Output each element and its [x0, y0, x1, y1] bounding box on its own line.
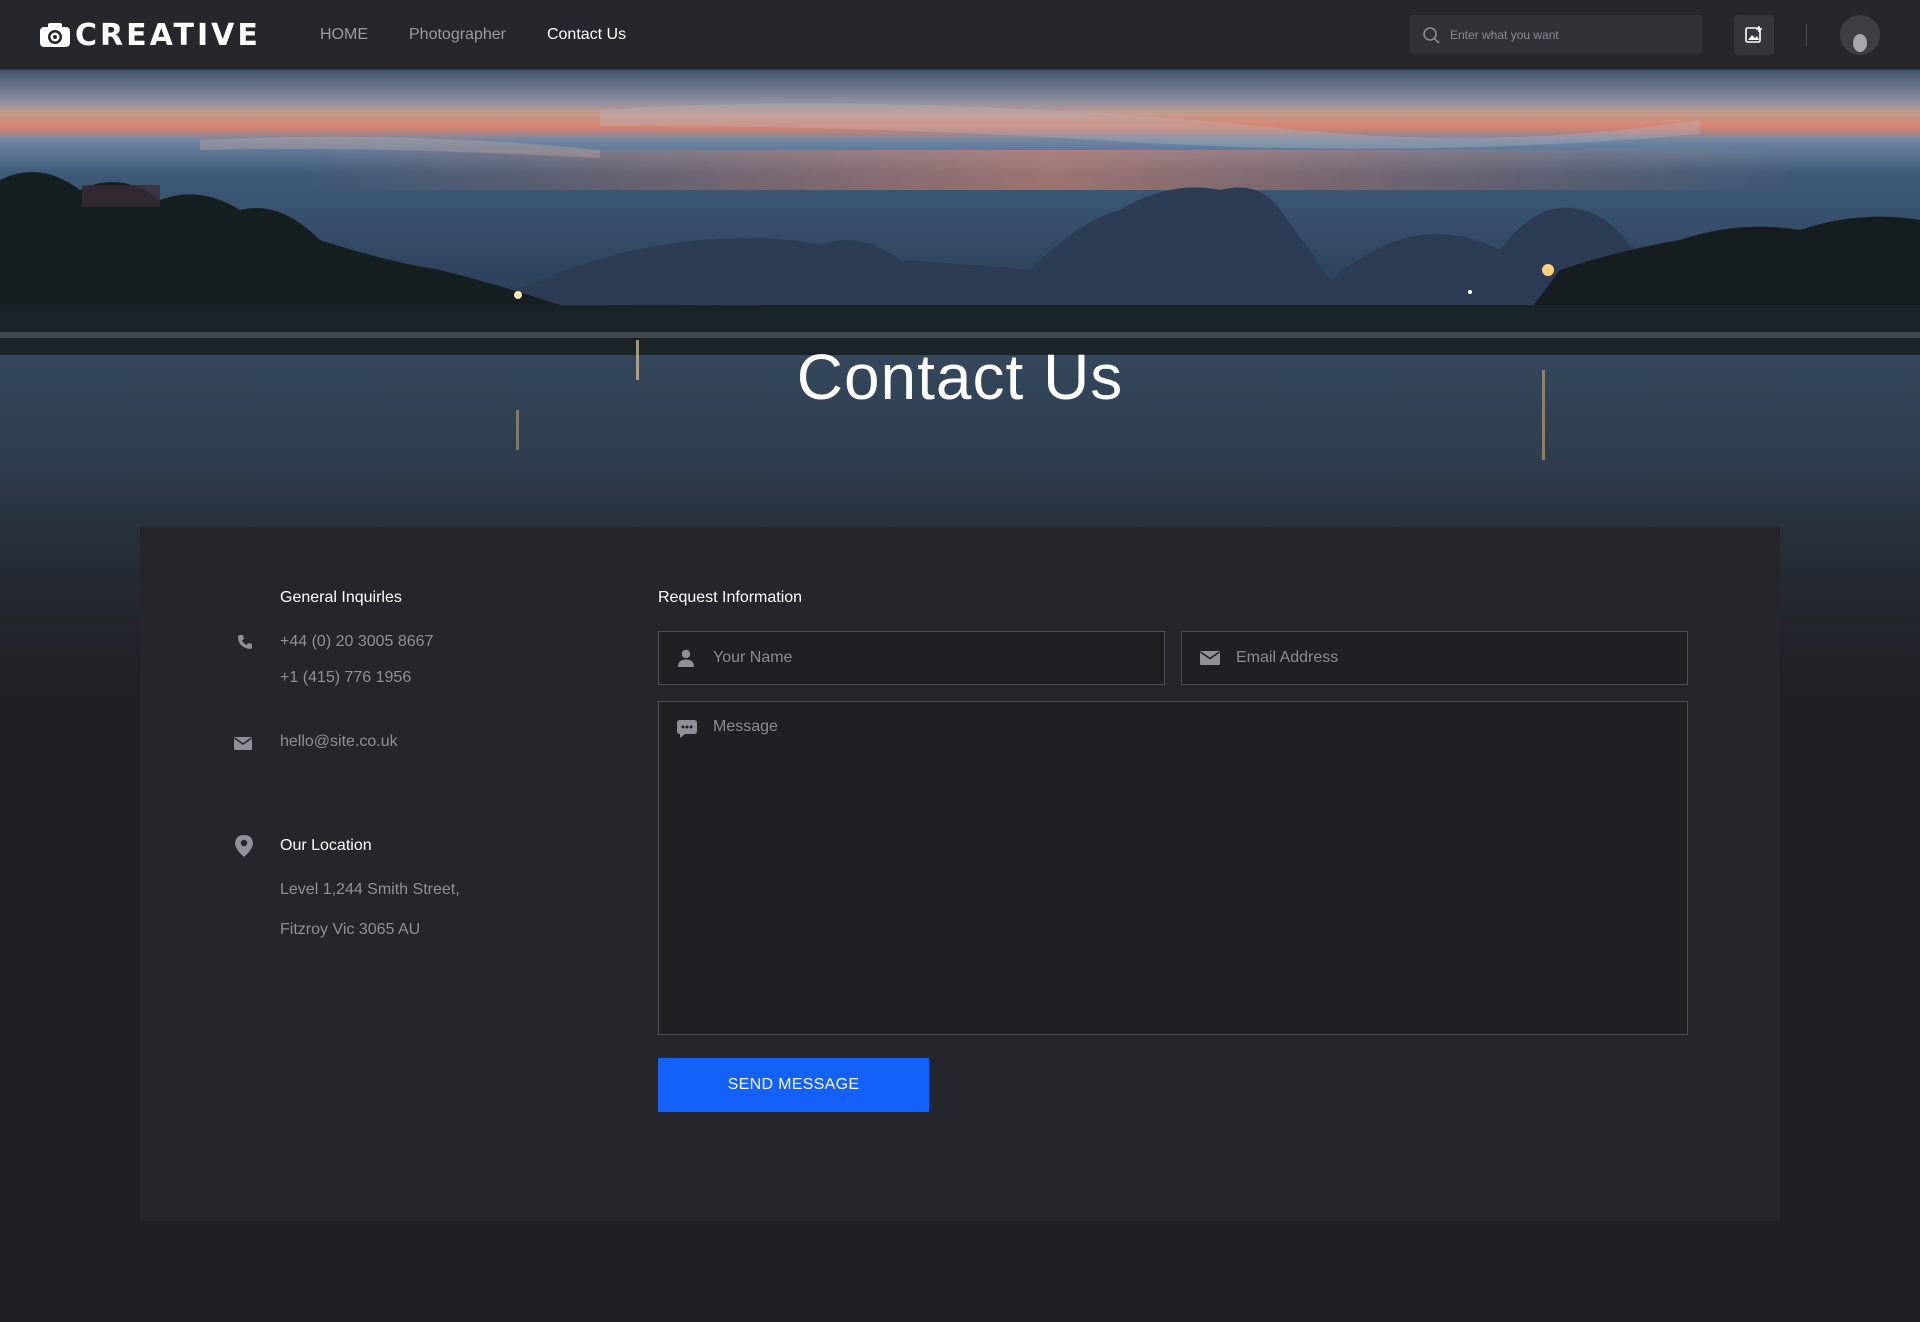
phone-icon — [238, 635, 252, 649]
send-message-button[interactable]: SEND MESSAGE — [658, 1058, 929, 1112]
phone-number-secondary[interactable]: +1 (415) 776 1956 — [280, 669, 411, 687]
phone-number-primary[interactable]: +44 (0) 20 3005 8667 — [280, 633, 433, 651]
mail-icon — [1200, 651, 1220, 665]
address-line-1: Level 1,244 Smith Street, — [280, 881, 460, 898]
location-pin-icon — [235, 835, 253, 857]
contact-email-link[interactable]: hello@site.co.uk — [280, 733, 398, 751]
search-icon — [1423, 26, 1440, 43]
upload-image-button[interactable] — [1734, 15, 1774, 55]
address-line-2: Fitzroy Vic 3065 AU — [280, 921, 421, 938]
brand-name: CREATIVE — [75, 17, 261, 53]
user-icon — [678, 649, 694, 667]
name-input[interactable] — [659, 632, 1164, 684]
image-add-icon — [1745, 26, 1762, 43]
mail-icon — [234, 737, 252, 750]
nav-link-contact-us[interactable]: Contact Us — [547, 26, 626, 44]
email-input[interactable] — [1182, 632, 1687, 684]
general-inquiries-heading: General Inquirles — [280, 589, 402, 606]
chat-bubble-icon — [677, 720, 697, 738]
request-information-heading: Request Information — [658, 589, 803, 606]
brand-logo[interactable]: CREATIVE — [39, 17, 261, 53]
nav-divider — [1806, 24, 1807, 46]
avatar[interactable] — [1840, 15, 1880, 55]
message-textarea[interactable] — [659, 702, 1687, 1034]
camera-icon — [40, 23, 70, 47]
page-title: Contact Us — [796, 341, 1124, 413]
our-location-heading: Our Location — [280, 837, 372, 854]
message-field — [658, 701, 1688, 1035]
nav-link-home[interactable]: HOME — [320, 26, 368, 44]
name-field — [658, 631, 1165, 685]
contact-card: General Inquirles +44 (0) 20 3005 8667 +… — [140, 527, 1780, 1221]
top-navbar: CREATIVE HOME Photographer Contact Us — [0, 0, 1920, 70]
email-field — [1181, 631, 1688, 685]
search-box — [1410, 15, 1702, 54]
search-input[interactable] — [1450, 27, 1690, 42]
main-nav: HOME Photographer Contact Us — [320, 0, 626, 70]
nav-link-photographer[interactable]: Photographer — [409, 26, 506, 44]
user-avatar-icon — [1853, 34, 1867, 52]
